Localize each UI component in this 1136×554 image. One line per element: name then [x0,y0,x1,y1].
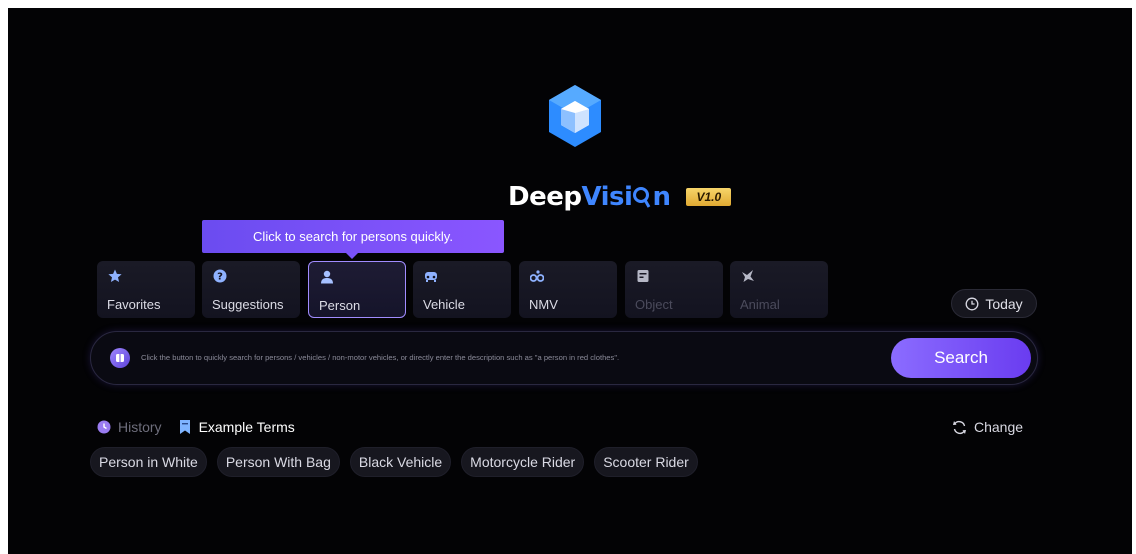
brand-title: DeepVisi n V1.0 [508,182,732,212]
category-label: Object [635,297,673,312]
category-label: NMV [529,297,558,312]
book-icon [116,354,124,362]
category-vehicle[interactable]: Vehicle [413,261,511,318]
person-icon [321,270,333,284]
time-filter-label: Today [985,295,1023,312]
category-label: Vehicle [423,297,465,312]
category-object[interactable]: Object [625,261,723,318]
history-icon [97,420,111,434]
category-favorites[interactable]: Favorites [97,261,195,318]
category-label: Person [319,298,361,313]
svg-text:?: ? [217,272,223,283]
clock-icon [965,297,979,310]
category-nmv[interactable]: NMV [519,261,617,318]
term-tabs: History Example Terms [97,419,311,435]
tooltip-arrow [346,253,358,259]
deepvision-logo-icon [549,85,601,147]
search-bar: Click the button to quickly search for p… [90,331,1038,385]
change-button[interactable]: Change [952,419,1023,435]
animal-icon [742,270,754,282]
assistant-icon[interactable] [110,348,130,368]
star-icon [108,269,122,282]
example-terms-list: Person in White Person With Bag Black Ve… [90,447,698,477]
tab-example-terms-label: Example Terms [198,419,295,435]
category-label: Favorites [107,297,161,312]
refresh-icon [953,420,966,434]
tab-example-terms[interactable]: Example Terms [178,419,295,435]
example-term-chip[interactable]: Black Vehicle [349,447,452,477]
bookmark-icon [179,420,190,434]
version-badge: V1.0 [686,188,732,206]
search-button[interactable]: Search [891,338,1031,378]
tab-history[interactable]: History [97,419,162,435]
person-tooltip: Click to search for persons quickly. [202,220,504,253]
category-label: Animal [740,297,780,312]
brand-name-deep: Deep [508,182,582,212]
tab-history-label: History [118,419,162,435]
category-animal[interactable]: Animal [730,261,828,318]
example-term-chip[interactable]: Person With Bag [216,447,340,477]
brand-name-n: n [652,182,671,212]
example-term-chip[interactable]: Scooter Rider [594,447,698,477]
brand-name: DeepVisi n [508,182,671,212]
category-suggestions[interactable]: ? Suggestions [202,261,300,318]
category-person[interactable]: Person [308,261,406,318]
object-icon [637,270,649,282]
brand-name-visi: Visi [581,182,633,212]
time-filter-button[interactable]: Today [951,289,1037,318]
category-label: Suggestions [212,297,284,312]
search-input[interactable]: Click the button to quickly search for p… [141,353,619,362]
example-term-chip[interactable]: Person in White [90,447,207,477]
change-label: Change [974,419,1024,435]
bicycle-icon [530,270,544,282]
app-screen: DeepVisi n V1.0 Click to search for perso… [8,8,1132,554]
question-icon: ? [213,269,227,283]
car-icon [425,272,437,282]
magnifier-o-icon [633,187,651,208]
example-term-chip[interactable]: Motorcycle Rider [461,447,585,477]
